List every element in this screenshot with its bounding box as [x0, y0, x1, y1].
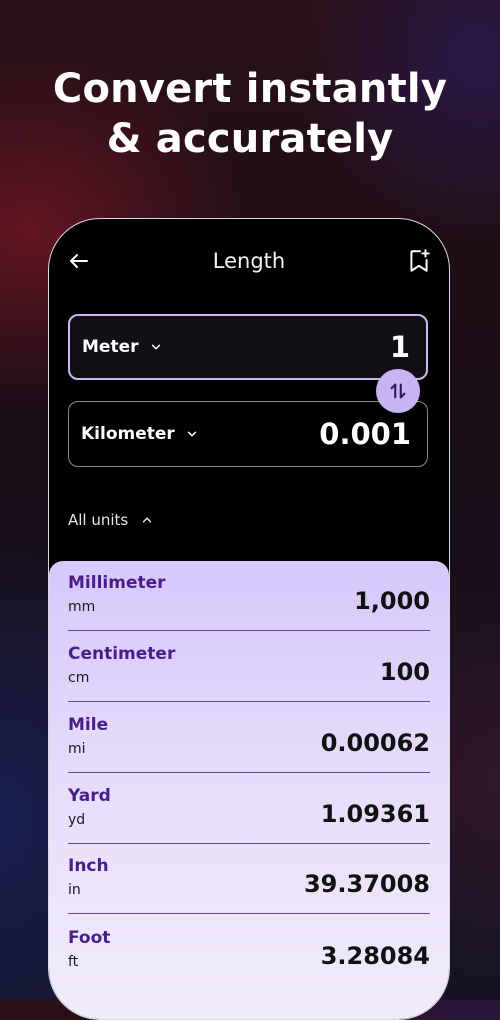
chevron-up-icon: [143, 517, 152, 523]
all-units-label: All units: [68, 511, 129, 529]
unit-abbr: mm: [68, 599, 96, 615]
unit-abbr: in: [68, 882, 81, 898]
unit-abbr: yd: [68, 812, 86, 828]
swap-units-button[interactable]: [376, 369, 420, 413]
headline-line-1: Convert instantly: [52, 66, 448, 112]
unit-value: 1,000: [354, 587, 430, 615]
headline-line-2: & accurately: [106, 116, 394, 162]
unit-abbr: cm: [68, 670, 90, 686]
unit-value: 100: [379, 658, 430, 686]
unit-name: Inch: [68, 856, 109, 876]
unit-name: Mile: [68, 715, 109, 735]
list-item[interactable]: Inch in 39.37008: [68, 844, 430, 914]
unit-value: 3.28084: [320, 942, 430, 970]
all-units-toggle[interactable]: All units: [68, 511, 154, 529]
bookmark-add-button[interactable]: [403, 245, 435, 277]
unit-value: 39.37008: [303, 870, 430, 898]
top-app-bar: Length: [49, 219, 449, 309]
unit-name: Centimeter: [68, 644, 176, 664]
all-units-list: Millimeter mm 1,000 Centimeter cm 100 Mi…: [49, 561, 449, 1019]
list-item[interactable]: Yard yd 1.09361: [68, 774, 430, 844]
from-unit-label: Meter: [82, 337, 139, 357]
unit-value: 1.09361: [320, 800, 430, 828]
phone-frame: Length Meter 1 Kilometer 0.001 All units…: [48, 218, 450, 1020]
chevron-down-icon: [187, 431, 197, 437]
from-unit-dropdown[interactable]: Meter: [82, 316, 163, 378]
unit-value: 0.00062: [320, 729, 430, 757]
unit-abbr: ft: [68, 954, 79, 970]
from-unit-field[interactable]: Meter 1: [68, 314, 428, 380]
list-item[interactable]: Foot ft 3.28084: [68, 916, 430, 986]
list-item[interactable]: Centimeter cm 100: [68, 632, 430, 702]
unit-name: Yard: [68, 786, 111, 806]
page-title: Length: [212, 249, 286, 273]
bookmark-add-icon: [410, 249, 430, 272]
list-item[interactable]: Mile mi 0.00062: [68, 703, 430, 773]
unit-name: Foot: [68, 928, 111, 948]
promo-headline: Convert instantly & accurately: [0, 64, 500, 164]
unit-name: Millimeter: [68, 573, 166, 593]
to-unit-label: Kilometer: [81, 424, 175, 444]
list-item[interactable]: Millimeter mm 1,000: [68, 561, 430, 631]
swap-vertical-icon: [390, 383, 406, 399]
to-unit-field[interactable]: Kilometer 0.001: [68, 401, 428, 467]
to-unit-dropdown[interactable]: Kilometer: [81, 402, 199, 466]
chevron-down-icon: [151, 344, 160, 350]
unit-abbr: mi: [68, 741, 86, 757]
